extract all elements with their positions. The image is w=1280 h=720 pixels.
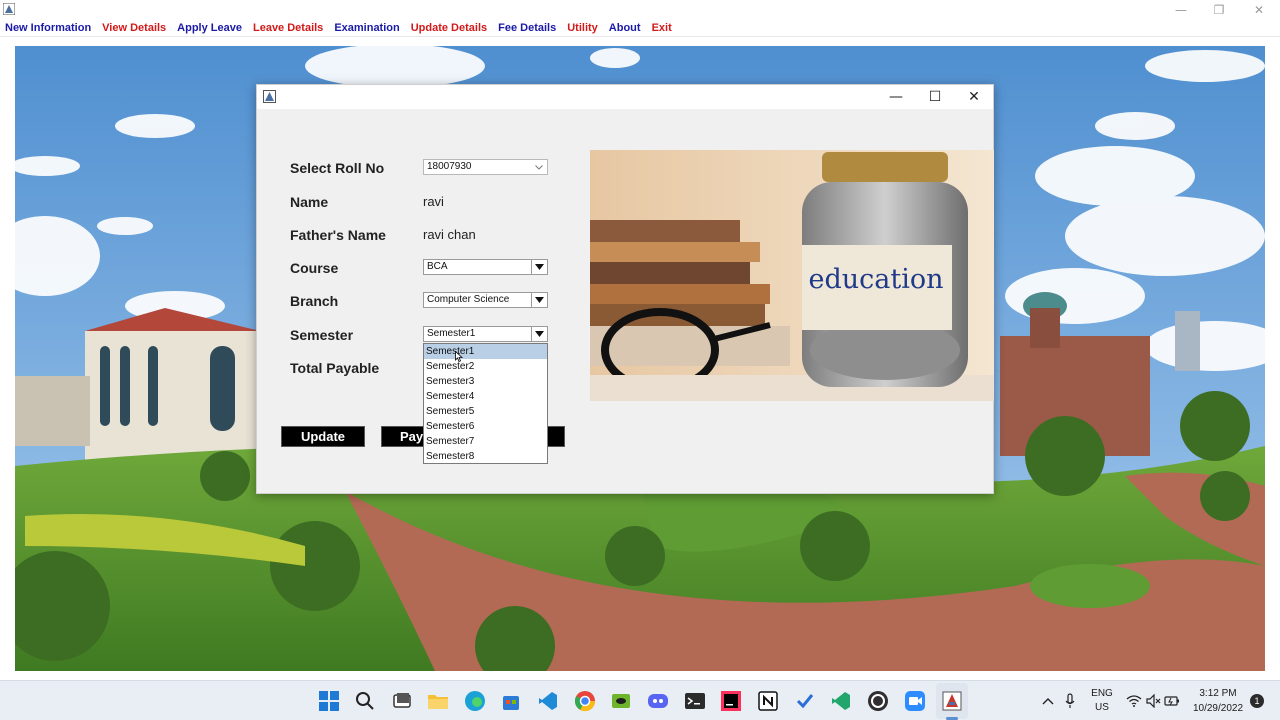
notion-icon[interactable] bbox=[756, 689, 780, 713]
dialog-close-icon[interactable]: ✕ bbox=[955, 85, 993, 109]
chevron-up-icon[interactable] bbox=[1036, 689, 1060, 713]
course-label: Course bbox=[290, 260, 339, 276]
jar-label: education bbox=[809, 264, 944, 295]
father-name-label: Father's Name bbox=[290, 227, 386, 243]
education-jar-picture: education bbox=[590, 150, 994, 401]
search-icon[interactable] bbox=[353, 689, 377, 713]
obs-icon[interactable] bbox=[866, 689, 890, 713]
menubar: New Information View Details Apply Leave… bbox=[0, 20, 1280, 37]
nvidia-icon[interactable] bbox=[609, 689, 633, 713]
semester-option[interactable]: Semester5 bbox=[424, 404, 547, 419]
semester-option[interactable]: Semester2 bbox=[424, 359, 547, 374]
branch-combo[interactable]: Computer Science bbox=[423, 292, 548, 308]
terminal-icon[interactable] bbox=[683, 689, 707, 713]
edge-icon[interactable] bbox=[463, 689, 487, 713]
menu-update-details[interactable]: Update Details bbox=[411, 22, 487, 34]
dropdown-arrow-icon[interactable] bbox=[531, 260, 547, 274]
semester-combo[interactable]: Semester1 bbox=[423, 326, 548, 342]
menu-new-information[interactable]: New Information bbox=[5, 22, 91, 34]
todo-icon[interactable] bbox=[793, 689, 817, 713]
roll-combo[interactable]: 18007930 bbox=[423, 159, 548, 175]
menu-apply-leave[interactable]: Apply Leave bbox=[177, 22, 242, 34]
name-value: ravi bbox=[423, 194, 444, 209]
notification-badge[interactable]: 1 bbox=[1250, 694, 1264, 708]
microphone-icon[interactable] bbox=[1058, 689, 1082, 713]
name-label: Name bbox=[290, 194, 329, 210]
close-icon[interactable]: ✕ bbox=[1240, 0, 1278, 20]
dialog-maximize-icon[interactable]: ☐ bbox=[916, 85, 954, 109]
branch-value: Computer Science bbox=[427, 294, 510, 305]
clock-date: 10/29/2022 bbox=[1192, 703, 1244, 714]
taskbar: ENG US 3:12 PM 10/29/2022 1 bbox=[0, 680, 1280, 720]
course-value: BCA bbox=[427, 261, 448, 272]
course-combo[interactable]: BCA bbox=[423, 259, 548, 275]
father-name-value: ravi chan bbox=[423, 227, 476, 242]
store-icon[interactable] bbox=[499, 689, 523, 713]
java-app-taskbar-icon[interactable] bbox=[940, 689, 964, 713]
total-payable-label: Total Payable bbox=[290, 360, 380, 376]
dialog-minimize-icon[interactable]: — bbox=[877, 85, 915, 109]
update-button[interactable]: Update bbox=[281, 426, 365, 447]
file-explorer-icon[interactable] bbox=[426, 689, 450, 713]
semester-option[interactable]: Semester1 bbox=[424, 344, 547, 359]
intellij-icon[interactable] bbox=[719, 689, 743, 713]
menu-about[interactable]: About bbox=[609, 22, 641, 34]
dropdown-arrow-icon[interactable] bbox=[531, 293, 547, 307]
menu-fee-details[interactable]: Fee Details bbox=[498, 22, 556, 34]
discord-icon[interactable] bbox=[646, 689, 670, 713]
region-indicator[interactable]: US bbox=[1088, 702, 1116, 713]
minimize-icon[interactable]: — bbox=[1162, 0, 1200, 20]
fee-details-dialog: — ☐ ✕ Select Roll No 18007930 Name ravi … bbox=[256, 84, 994, 494]
branch-label: Branch bbox=[290, 293, 339, 309]
dialog-titlebar: — ☐ ✕ bbox=[257, 85, 993, 109]
visual-studio-icon[interactable] bbox=[829, 689, 853, 713]
vscode-icon[interactable] bbox=[536, 689, 560, 713]
semester-label: Semester bbox=[290, 327, 354, 343]
chevron-down-icon[interactable] bbox=[531, 160, 547, 174]
clock[interactable]: 3:12 PM 10/29/2022 bbox=[1182, 686, 1254, 716]
battery-icon[interactable] bbox=[1160, 689, 1184, 713]
roll-value: 18007930 bbox=[427, 161, 472, 172]
menu-examination[interactable]: Examination bbox=[334, 22, 399, 34]
app-titlebar: — ❐ ✕ bbox=[0, 0, 1280, 20]
roll-label: Select Roll No bbox=[290, 160, 385, 176]
menu-exit[interactable]: Exit bbox=[652, 22, 672, 34]
clock-time: 3:12 PM bbox=[1199, 688, 1237, 699]
semester-option[interactable]: Semester8 bbox=[424, 449, 547, 464]
chrome-icon[interactable] bbox=[573, 689, 597, 713]
menu-leave-details[interactable]: Leave Details bbox=[253, 22, 323, 34]
windows-start-icon[interactable] bbox=[317, 689, 341, 713]
semester-option[interactable]: Semester7 bbox=[424, 434, 547, 449]
app-bottom-edge bbox=[0, 671, 1280, 680]
semester-option[interactable]: Semester3 bbox=[424, 374, 547, 389]
menu-utility[interactable]: Utility bbox=[567, 22, 598, 34]
semester-option[interactable]: Semester6 bbox=[424, 419, 547, 434]
zoom-icon[interactable] bbox=[903, 689, 927, 713]
menu-view-details[interactable]: View Details bbox=[102, 22, 166, 34]
java-app-icon bbox=[263, 90, 276, 103]
semester-option[interactable]: Semester4 bbox=[424, 389, 547, 404]
mouse-cursor-icon bbox=[455, 351, 463, 362]
dropdown-arrow-icon[interactable] bbox=[531, 327, 547, 341]
language-indicator[interactable]: ENG bbox=[1088, 688, 1116, 699]
java-app-icon bbox=[3, 3, 15, 15]
semester-dropdown-list: Semester1 Semester2 Semester3 Semester4 … bbox=[423, 343, 548, 464]
task-view-icon[interactable] bbox=[390, 689, 414, 713]
maximize-icon[interactable]: ❐ bbox=[1200, 0, 1238, 20]
semester-value: Semester1 bbox=[427, 328, 476, 339]
